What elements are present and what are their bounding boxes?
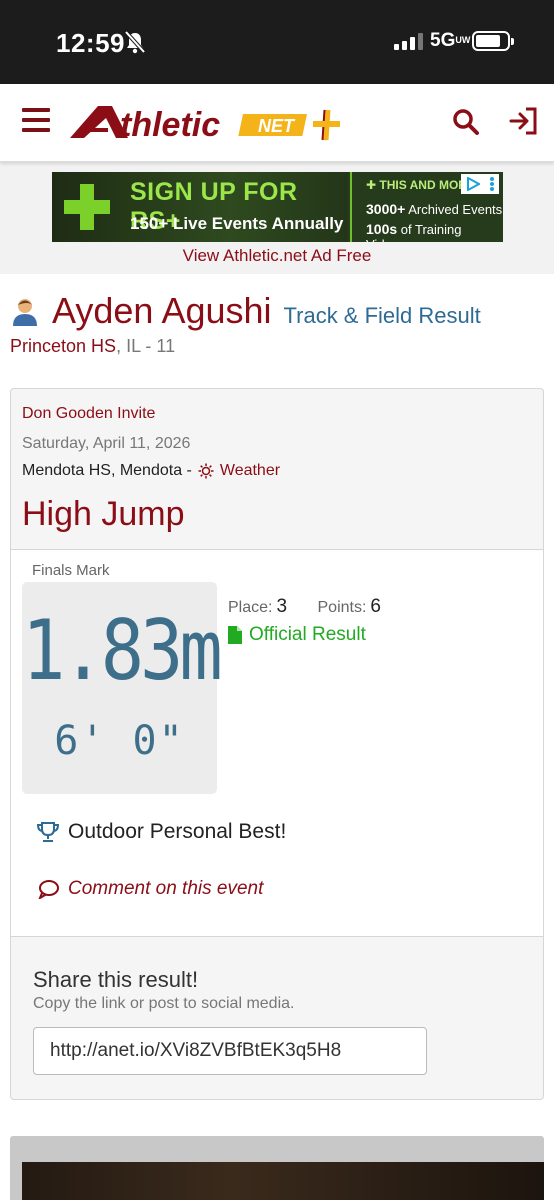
comment-link[interactable]: Comment on this event [38,878,263,900]
trophy-icon [36,822,60,842]
school-line: Princeton HS, IL - 11 [10,336,175,357]
preview-image [22,1162,544,1200]
hamburger-menu-icon[interactable] [22,108,50,132]
result-details: Finals Mark 1.83m 6' 0" Place: 3 Points: 6… [11,550,543,936]
ad-right-line1: 3000+ Archived Events [366,201,503,217]
status-time: 12:59 [56,28,125,58]
file-icon [228,626,242,644]
ad-right-top: ✚ THIS AND MORE [366,178,475,192]
login-icon[interactable] [508,106,540,141]
personal-best-badge: Outdoor Personal Best! [36,820,286,844]
athlete-name[interactable]: Ayden Agushi [52,290,272,332]
points-label: Points: [317,599,367,616]
silent-bell-icon [124,30,146,59]
place-label: Place: [228,599,273,616]
result-card: Don Gooden Invite Saturday, April 11, 20… [10,388,544,1100]
ad-banner[interactable]: SIGN UP FOR RS+ 150+ Live Events Annuall… [52,172,503,242]
meet-date: Saturday, April 11, 2026 [22,435,191,452]
mark-display: 1.83m 6' 0" [22,582,223,794]
weather-link[interactable]: Weather [198,462,280,480]
status-bar: 12:59 5GUW [0,0,554,84]
network-indicator: 5GUW [430,30,471,51]
share-subtitle: Copy the link or post to social media. [33,995,295,1012]
school-state-grade: , IL - 11 [116,336,176,356]
meet-location-text: Mendota HS, Mendota - [22,462,192,479]
divider [11,936,543,937]
meet-location: Mendota HS, Mendota - Weather [22,462,280,480]
cell-signal-icon [394,32,423,50]
mark-metric: 1.83m [22,601,223,699]
event-name: High Jump [22,495,185,533]
ad-free-link[interactable]: View Athletic.net Ad Free [0,246,554,266]
result-type-label: Track & Field Result [283,303,481,328]
place-value: 3 [276,596,288,617]
share-link-field[interactable]: http://anet.io/XVi8ZVBfBtEK3q5H8 [33,1027,427,1075]
place-points: Place: 3 Points: 6 [228,596,381,618]
search-icon[interactable] [452,108,480,141]
school-link[interactable]: Princeton HS [10,336,116,356]
finals-mark-label: Finals Mark [32,562,110,579]
result-page: Ayden Agushi Track & Field Result Prince… [0,274,554,1200]
share-title: Share this result! [33,967,199,992]
ad-choices-icon[interactable] [461,174,499,194]
sun-icon [198,463,214,479]
plus-icon [62,182,112,237]
top-navbar: thletic NET [0,84,554,162]
comment-icon [38,880,59,899]
mark-imperial: 6' 0" [54,718,185,764]
next-section-preview [10,1136,544,1200]
svg-text:NET: NET [258,116,296,136]
athlete-avatar-icon [10,296,40,326]
ad-right-line2: 100s of Training Videos [366,221,462,242]
points-value: 6 [370,596,381,617]
battery-icon [472,31,514,51]
athlete-header: Ayden Agushi Track & Field Result [10,290,481,332]
meet-name-link[interactable]: Don Gooden Invite [22,405,155,423]
official-result: Official Result [228,624,366,646]
svg-text:thletic: thletic [120,106,220,144]
ad-subline: 150+ Live Events Annually [130,214,344,233]
athletic-net-logo[interactable]: thletic NET [68,100,348,149]
